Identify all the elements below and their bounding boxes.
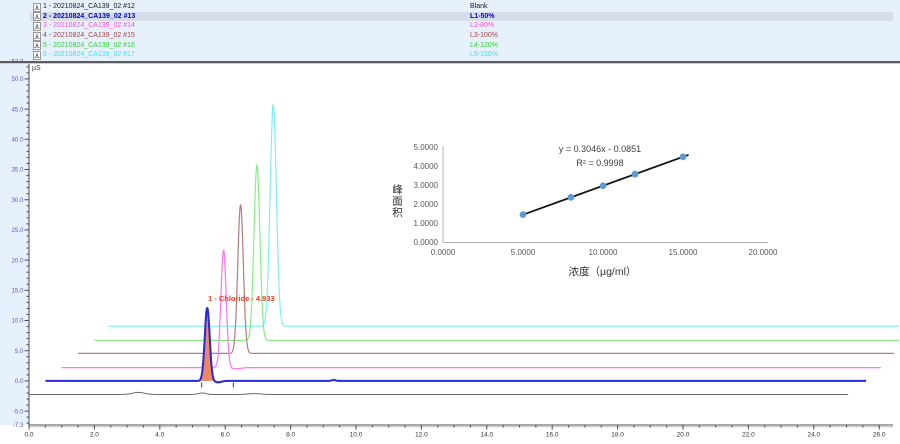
svg-text:0.0: 0.0	[15, 378, 24, 385]
svg-text:-7.3: -7.3	[13, 422, 24, 429]
injection-level-label: L1-50%	[470, 12, 495, 22]
svg-text:20.0: 20.0	[11, 257, 24, 264]
svg-text:0.0000: 0.0000	[431, 248, 456, 257]
legend-row-2[interactable]: 2 - 20210824_CA139_02 #13 L1-50%	[30, 12, 893, 22]
calibration-r-squared: R² = 0.9998	[495, 158, 705, 168]
legend-row-3[interactable]: 3 - 20210824_CA139_02 #14 L2-80%	[30, 21, 893, 31]
legend-row-6[interactable]: 6 - 20210824_CA139_02 #17 L5-150%	[30, 50, 893, 60]
svg-text:45.0: 45.0	[11, 106, 24, 113]
svg-text:2.0: 2.0	[90, 432, 99, 439]
peak-annotation-chloride: 1 - Chloride - 4.933	[208, 294, 275, 303]
svg-text:12.0: 12.0	[415, 432, 428, 439]
svg-text:15.0: 15.0	[11, 288, 24, 295]
svg-text:14.0: 14.0	[480, 432, 493, 439]
injection-name: 4 - 20210824_CA139_02 #15	[43, 31, 135, 41]
svg-text:18.0: 18.0	[611, 432, 624, 439]
svg-text:22.0: 22.0	[742, 432, 755, 439]
calibration-equation: y = 0.3046x - 0.0851	[495, 144, 705, 154]
injection-name: 6 - 20210824_CA139_02 #17	[43, 50, 135, 60]
svg-text:40.0: 40.0	[11, 137, 24, 144]
svg-text:3.0000: 3.0000	[414, 181, 439, 190]
svg-text:-5.0: -5.0	[13, 408, 24, 415]
inset-y-tick-labels: 0.0000 1.0000 2.0000 3.0000 4.0000 5.0000	[414, 143, 439, 247]
svg-text:35.0: 35.0	[11, 167, 24, 174]
svg-text:20.0: 20.0	[677, 432, 690, 439]
svg-text:8.0: 8.0	[286, 432, 295, 439]
svg-text:0.0000: 0.0000	[414, 238, 439, 247]
calibration-point	[632, 171, 639, 178]
y-axis-unit-label: µS	[32, 65, 41, 72]
svg-text:25.0: 25.0	[11, 227, 24, 234]
calibration-point	[600, 182, 607, 189]
calibration-x-axis-title: 浓度（µg/ml）	[520, 264, 685, 279]
svg-text:1.0000: 1.0000	[414, 219, 439, 228]
injection-level-label: L5-150%	[470, 50, 498, 60]
left-margin	[0, 62, 29, 425]
legend-panel: 1 - 20210824_CA139_02 #12Blank2 - 202108…	[30, 2, 893, 60]
injection-level-label: Blank	[470, 2, 488, 12]
injection-name: 2 - 20210824_CA139_02 #13	[43, 12, 135, 22]
svg-text:2.0000: 2.0000	[414, 200, 439, 209]
svg-text:5.0000: 5.0000	[511, 248, 536, 257]
svg-text:10.0000: 10.0000	[589, 248, 618, 257]
injection-level-label: L2-80%	[470, 21, 494, 31]
calibration-point	[568, 194, 575, 201]
svg-text:50.0: 50.0	[11, 76, 24, 83]
svg-text:16.0: 16.0	[546, 432, 559, 439]
calibration-point	[520, 211, 527, 218]
svg-text:5.0000: 5.0000	[414, 143, 439, 152]
svg-text:6.0: 6.0	[221, 432, 230, 439]
svg-text:10.0: 10.0	[350, 432, 363, 439]
svg-text:0.0: 0.0	[24, 432, 33, 439]
inset-x-tick-labels: 0.0000 5.0000 10.0000 15.0000 20.0000	[431, 248, 778, 257]
injection-name: 5 - 20210824_CA139_02 #16	[43, 41, 135, 51]
svg-text:30.0: 30.0	[11, 197, 24, 204]
svg-text:24.0: 24.0	[807, 432, 820, 439]
svg-text:10.0: 10.0	[11, 318, 24, 325]
injection-name: 1 - 20210824_CA139_02 #12	[43, 2, 135, 12]
svg-text:4.0000: 4.0000	[414, 162, 439, 171]
injection-name: 3 - 20210824_CA139_02 #14	[43, 21, 135, 31]
svg-text:5.0: 5.0	[15, 348, 24, 355]
svg-text:4.0: 4.0	[155, 432, 164, 439]
injection-level-label: L3-100%	[470, 31, 498, 41]
svg-text:26.0: 26.0	[873, 432, 886, 439]
svg-text:20.0000: 20.0000	[749, 248, 778, 257]
legend-row-1[interactable]: 1 - 20210824_CA139_02 #12 Blank	[30, 2, 893, 12]
legend-plot-divider	[0, 61, 900, 64]
legend-row-5[interactable]: 5 - 20210824_CA139_02 #16 L4-120%	[30, 41, 893, 51]
calibration-y-axis-title: 峰面积	[390, 170, 405, 232]
injection-level-label: L4-120%	[470, 41, 498, 51]
svg-text:15.0000: 15.0000	[669, 248, 698, 257]
legend-row-4[interactable]: 4 - 20210824_CA139_02 #15 L3-100%	[30, 31, 893, 41]
